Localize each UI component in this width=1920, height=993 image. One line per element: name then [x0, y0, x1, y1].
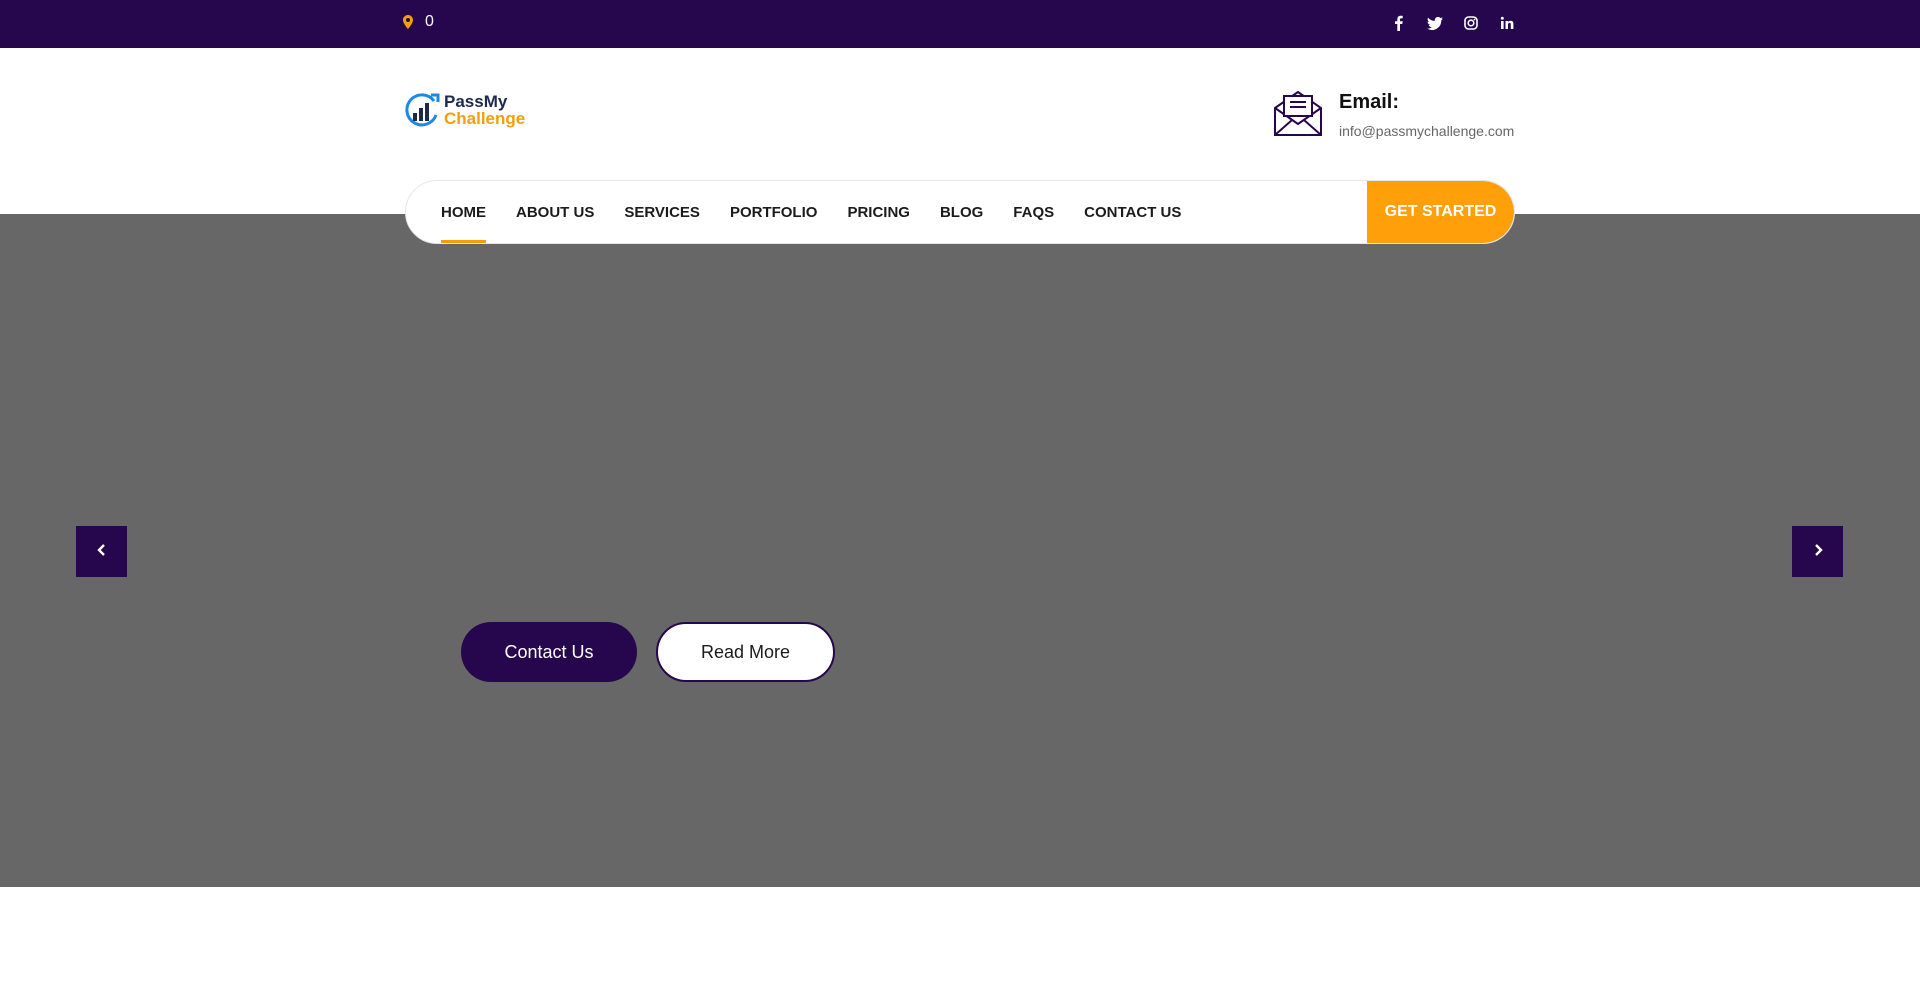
get-started-button[interactable]: GET STARTED — [1367, 181, 1514, 243]
envelope-icon — [1272, 88, 1324, 138]
instagram-icon[interactable] — [1463, 15, 1479, 31]
logo-mark-icon — [405, 93, 440, 127]
header-contact: Email: info@passmychallenge.com — [1272, 88, 1514, 139]
nav-item-blog[interactable]: BLOG — [940, 181, 983, 243]
linkedin-icon[interactable] — [1499, 15, 1515, 31]
contact-us-button[interactable]: Contact Us — [461, 622, 637, 682]
facebook-icon[interactable] — [1391, 15, 1407, 31]
nav-item-pricing[interactable]: PRICING — [847, 181, 910, 243]
logo-text-line2: Challenge — [444, 109, 526, 128]
nav-item-home[interactable]: HOME — [441, 181, 486, 243]
nav-item-about-us[interactable]: ABOUT US — [516, 181, 594, 243]
nav-item-contact-us[interactable]: CONTACT US — [1084, 181, 1181, 243]
location-info: 0 — [403, 13, 434, 31]
nav-item-services[interactable]: SERVICES — [624, 181, 700, 243]
slider-next-button[interactable] — [1792, 526, 1843, 577]
social-links — [1391, 15, 1515, 31]
location-text: 0 — [425, 13, 434, 30]
twitter-icon[interactable] — [1427, 15, 1443, 31]
nav-item-portfolio[interactable]: PORTFOLIO — [730, 181, 818, 243]
main-nav: HOME ABOUT US SERVICES PORTFOLIO PRICING… — [405, 180, 1515, 244]
chevron-left-icon — [96, 543, 107, 561]
read-more-button[interactable]: Read More — [656, 622, 835, 682]
slider-prev-button[interactable] — [76, 526, 127, 577]
contact-label: Email: — [1339, 91, 1400, 113]
logo-text-line1: PassMy — [444, 92, 508, 111]
map-marker-icon — [403, 15, 413, 29]
chevron-right-icon — [1813, 543, 1823, 561]
hero-slider — [0, 214, 1920, 887]
contact-email[interactable]: info@passmychallenge.com — [1339, 123, 1514, 139]
nav-item-faqs[interactable]: FAQS — [1013, 181, 1054, 243]
site-logo[interactable]: PassMy Challenge — [404, 88, 528, 132]
top-bar: 0 — [0, 0, 1920, 48]
